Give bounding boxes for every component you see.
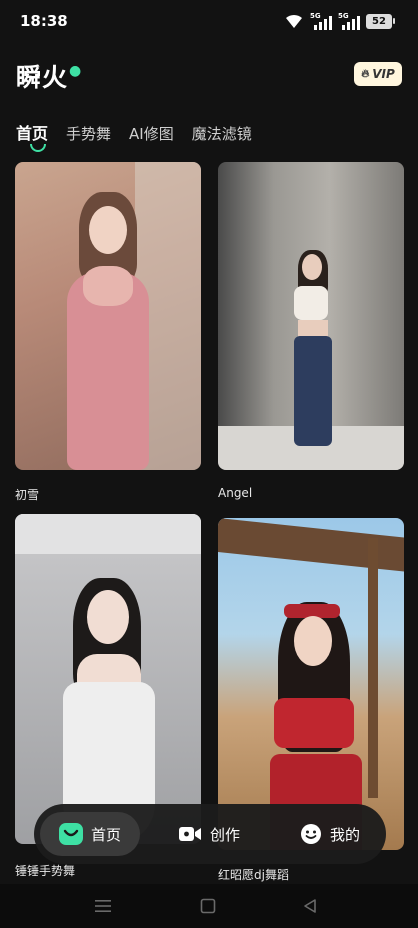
nav-profile-label: 我的 [330, 825, 361, 844]
tab-magic-filter[interactable]: 魔法滤镜 [192, 123, 252, 144]
dancer-image [218, 162, 404, 470]
wifi-icon [286, 14, 302, 28]
video-title[interactable]: 初雪 [15, 486, 39, 503]
status-bar: 18:38 5G 5G 52 [0, 0, 418, 44]
vip-button[interactable]: 🔥︎ VIP [354, 62, 402, 86]
back-triangle-icon[interactable] [302, 898, 318, 914]
nav-home-button[interactable]: 首页 [40, 812, 140, 856]
nav-profile-button[interactable]: 我的 [300, 804, 360, 864]
nav-create-label: 创作 [210, 825, 241, 844]
logo-drop-icon: ● [69, 63, 83, 79]
video-card-thumbnail[interactable] [218, 518, 404, 850]
flame-icon: 🔥︎ [361, 67, 370, 80]
home-face-icon [58, 823, 83, 845]
nav-home-label: 首页 [90, 825, 121, 844]
video-title[interactable]: Angel [218, 486, 252, 500]
menu-icon[interactable] [94, 898, 112, 914]
home-square-icon[interactable] [200, 898, 216, 914]
smiley-icon [301, 824, 321, 844]
video-title[interactable]: 红昭愿dj舞蹈 [218, 866, 289, 883]
video-card-thumbnail[interactable] [15, 514, 201, 844]
nav-create-button[interactable]: 创作 [178, 804, 240, 864]
app-logo: 瞬火 ● [16, 58, 82, 94]
status-time: 18:38 [20, 12, 68, 30]
video-card-thumbnail[interactable] [218, 162, 404, 470]
tab-ai-retouch[interactable]: AI修图 [129, 123, 174, 144]
bottom-navigation: 首页 创作 我的 [34, 804, 386, 864]
tab-home[interactable]: 首页 [16, 120, 48, 152]
vip-label: VIP [372, 67, 395, 81]
status-icons: 5G 5G 52 [284, 12, 395, 30]
video-title[interactable]: 锤锤手势舞 [15, 862, 75, 879]
category-tabs: 首页 手势舞 AI修图 魔法滤镜 [16, 120, 270, 152]
video-camera-icon [179, 827, 201, 841]
dancer-image [15, 514, 201, 844]
battery-icon: 52 [366, 13, 395, 29]
tab-gesture-dance[interactable]: 手势舞 [66, 123, 111, 144]
cellular-signal-icon: 5G [338, 12, 360, 30]
video-card-thumbnail[interactable] [15, 162, 201, 470]
dancer-image [15, 162, 201, 470]
logo-text: 瞬火 [16, 63, 69, 92]
dancer-image [218, 518, 404, 850]
cellular-signal-icon: 5G [310, 12, 332, 30]
system-navigation-bar [0, 884, 418, 928]
